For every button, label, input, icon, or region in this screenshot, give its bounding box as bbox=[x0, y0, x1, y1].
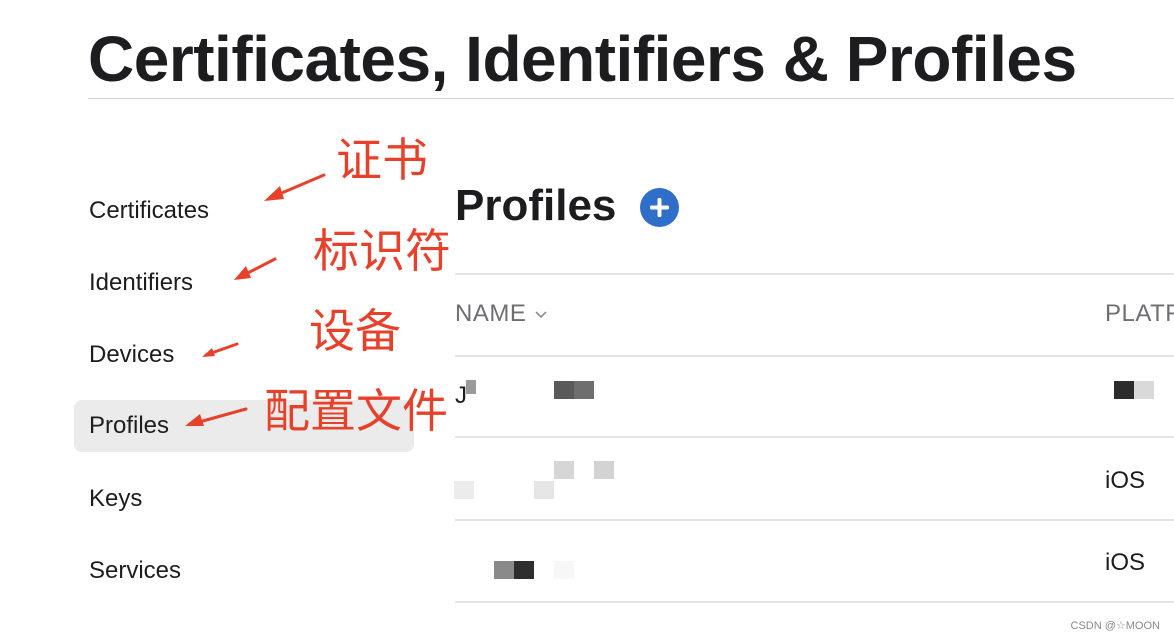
arrowhead bbox=[234, 266, 251, 280]
arrowhead bbox=[185, 414, 204, 426]
watermark: CSDN @☆MOON bbox=[1070, 620, 1160, 632]
arrowhead bbox=[202, 348, 215, 357]
annotation-arrows bbox=[185, 173, 326, 426]
annotation-arrow bbox=[190, 173, 326, 426]
arrowhead bbox=[264, 186, 284, 201]
